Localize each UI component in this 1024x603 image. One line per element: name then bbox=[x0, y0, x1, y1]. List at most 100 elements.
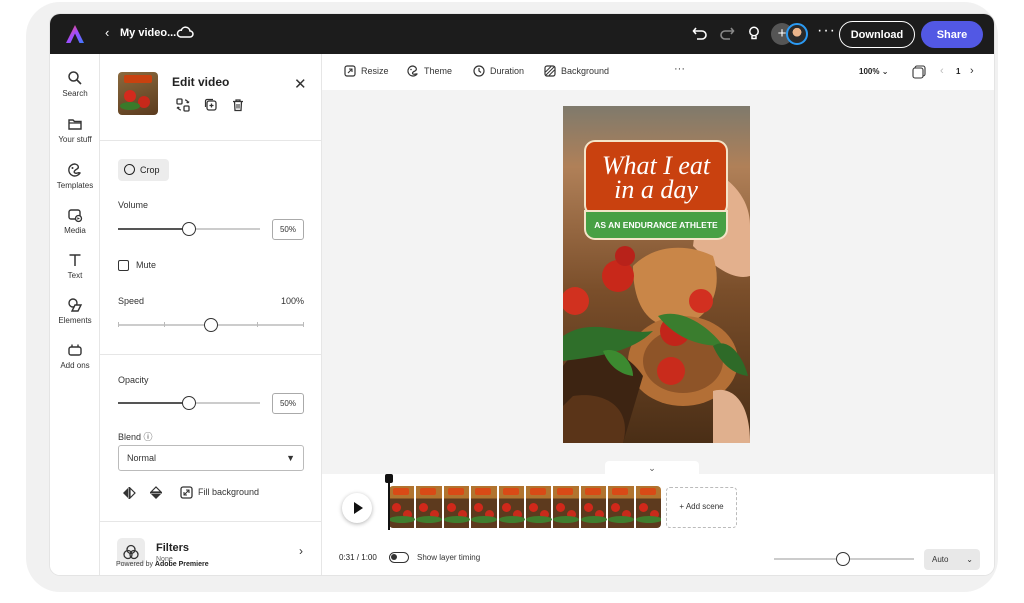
playhead-handle[interactable] bbox=[385, 474, 393, 483]
rail-item-label: Templates bbox=[56, 181, 94, 190]
timeline-zoom-select[interactable]: Auto ⌄ bbox=[924, 549, 980, 570]
next-page-icon[interactable]: › bbox=[970, 65, 974, 77]
timeline: + Add scene 0:31 / 1:00 Show layer timin… bbox=[322, 474, 994, 575]
duplicate-icon[interactable] bbox=[204, 98, 218, 112]
clock-icon bbox=[473, 65, 485, 77]
canvas-area: What I eat in a day AS AN ENDURANCE ATHL… bbox=[322, 90, 994, 475]
chevron-down-icon: ⌄ bbox=[966, 555, 973, 564]
video-title-card[interactable]: What I eat in a day bbox=[586, 142, 726, 214]
clip-thumbnail bbox=[635, 486, 661, 528]
background-icon bbox=[544, 65, 556, 77]
rail-item-label: Elements bbox=[58, 316, 92, 325]
rail-item-media[interactable]: Media bbox=[50, 207, 100, 235]
rail-item-label: Text bbox=[67, 271, 83, 280]
clip-thumbnail bbox=[471, 486, 498, 528]
folder-icon bbox=[68, 119, 82, 130]
chevron-down-icon: ▼ bbox=[286, 453, 295, 463]
fill-background-icon[interactable] bbox=[180, 486, 193, 499]
info-icon: ⓘ bbox=[143, 432, 153, 442]
volume-slider[interactable] bbox=[118, 222, 260, 236]
opacity-label: Opacity bbox=[118, 375, 149, 385]
trash-icon[interactable] bbox=[231, 98, 245, 112]
chevron-right-icon[interactable]: › bbox=[299, 544, 303, 558]
cloud-icon[interactable] bbox=[176, 25, 194, 39]
divider bbox=[100, 140, 322, 141]
opacity-slider[interactable] bbox=[118, 396, 260, 410]
speed-label: Speed bbox=[118, 296, 145, 306]
avatar[interactable] bbox=[786, 23, 808, 45]
rail-item-search[interactable]: Search bbox=[50, 70, 100, 98]
zoom-level[interactable]: 100% ⌄ bbox=[859, 67, 888, 76]
mute-label: Mute bbox=[136, 260, 157, 270]
rail-item-text[interactable]: Text bbox=[50, 252, 100, 280]
time-readout: 0:31 / 1:00 bbox=[339, 553, 377, 562]
app-window: ‹ My video... + ··· Download Share Searc… bbox=[50, 14, 994, 575]
play-button[interactable] bbox=[342, 493, 372, 523]
back-chevron-icon[interactable]: ‹ bbox=[105, 25, 109, 40]
blend-mode-select[interactable]: Normal ▼ bbox=[118, 445, 304, 471]
video-thumbnail bbox=[118, 72, 158, 115]
theme-button[interactable]: Theme bbox=[407, 65, 452, 77]
collapse-timeline-tab[interactable]: ⌄ bbox=[605, 461, 699, 475]
lightbulb-icon[interactable] bbox=[746, 25, 762, 41]
video-preview[interactable]: What I eat in a day AS AN ENDURANCE ATHL… bbox=[563, 106, 750, 443]
media-icon bbox=[68, 209, 83, 223]
share-button[interactable]: Share bbox=[921, 21, 983, 48]
fill-background-button[interactable]: Fill background bbox=[198, 487, 259, 497]
top-bar: ‹ My video... + ··· Download Share bbox=[50, 14, 994, 54]
rail-item-add-ons[interactable]: Add ons bbox=[50, 342, 100, 370]
video-clip-track[interactable] bbox=[389, 486, 661, 528]
volume-slider-knob[interactable] bbox=[182, 222, 196, 236]
rail-item-your-stuff[interactable]: Your stuff bbox=[50, 116, 100, 144]
pages-icon[interactable] bbox=[912, 65, 926, 79]
show-layer-timing-toggle[interactable] bbox=[389, 552, 409, 563]
replace-icon[interactable] bbox=[176, 98, 190, 112]
timeline-zoom-slider[interactable] bbox=[774, 552, 914, 566]
undo-icon[interactable] bbox=[692, 25, 708, 41]
opacity-value-field[interactable]: 50% bbox=[272, 393, 304, 414]
speed-slider-knob[interactable] bbox=[204, 318, 218, 332]
close-icon[interactable]: ✕ bbox=[294, 75, 307, 93]
rail-item-label: Add ons bbox=[60, 361, 90, 370]
rail-item-templates[interactable]: Templates bbox=[50, 162, 100, 190]
add-scene-button[interactable]: + Add scene bbox=[666, 487, 737, 528]
blend-label: Blend ⓘ bbox=[118, 432, 153, 442]
speed-slider[interactable] bbox=[118, 318, 304, 332]
flip-vertical-icon[interactable] bbox=[150, 486, 162, 500]
resize-button[interactable]: Resize bbox=[344, 65, 389, 77]
panel-title: Edit video bbox=[172, 75, 230, 89]
crop-button[interactable]: Crop bbox=[118, 159, 169, 181]
rail-item-label: Your stuff bbox=[58, 135, 92, 144]
volume-value-field[interactable]: 50% bbox=[272, 219, 304, 240]
previous-page-icon[interactable]: ‹ bbox=[940, 65, 944, 77]
opacity-slider-knob[interactable] bbox=[182, 396, 196, 410]
playhead[interactable] bbox=[388, 476, 390, 530]
text-icon bbox=[69, 254, 81, 266]
redo-icon[interactable] bbox=[719, 25, 735, 41]
collaborators[interactable]: + bbox=[771, 23, 809, 45]
crop-label: Crop bbox=[140, 165, 160, 175]
timeline-zoom-knob[interactable] bbox=[836, 552, 850, 566]
resize-icon bbox=[344, 65, 356, 77]
adobe-express-logo[interactable] bbox=[64, 23, 86, 45]
filters-icon bbox=[123, 544, 139, 560]
chevron-down-icon: ⌄ bbox=[648, 463, 656, 473]
powered-by-text: Powered by Adobe Premiere bbox=[116, 561, 209, 568]
palette-icon bbox=[407, 65, 418, 77]
rail-item-elements[interactable]: Elements bbox=[50, 297, 100, 325]
video-subtitle-banner[interactable]: AS AN ENDURANCE ATHLETE bbox=[586, 212, 726, 238]
more-options-icon[interactable]: ··· bbox=[817, 22, 836, 40]
flip-horizontal-icon[interactable] bbox=[122, 487, 136, 499]
addons-icon bbox=[68, 344, 82, 356]
more-options-icon[interactable]: ··· bbox=[674, 63, 685, 75]
clip-thumbnail bbox=[443, 486, 470, 528]
download-button[interactable]: Download bbox=[839, 21, 915, 48]
video-title-line2: in a day bbox=[614, 175, 698, 204]
duration-button[interactable]: Duration bbox=[473, 65, 524, 77]
document-title[interactable]: My video... bbox=[120, 27, 176, 39]
clip-thumbnail bbox=[526, 486, 553, 528]
canvas-toolbar: Resize Theme Duration Background ··· 100… bbox=[322, 54, 994, 90]
background-button[interactable]: Background bbox=[544, 65, 609, 77]
filters-title[interactable]: Filters bbox=[156, 542, 189, 554]
mute-checkbox[interactable] bbox=[118, 260, 129, 271]
